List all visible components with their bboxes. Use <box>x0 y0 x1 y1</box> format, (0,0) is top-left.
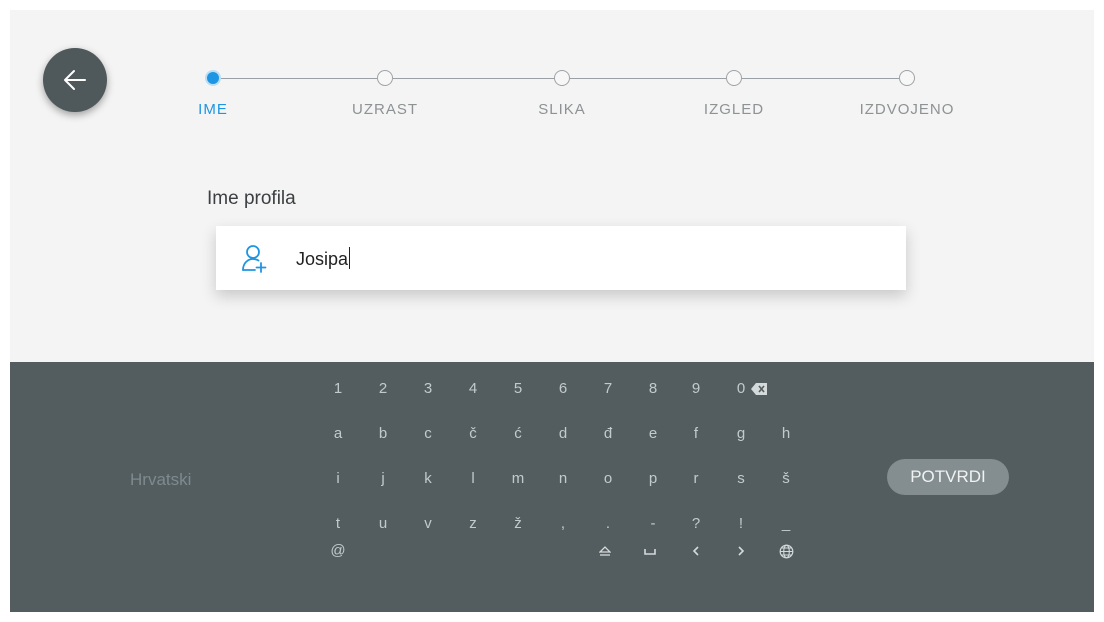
key[interactable]: n <box>543 464 583 494</box>
on-screen-keyboard: Hrvatski 1234567890abcčćdđefghijklmnoprs… <box>10 362 1094 612</box>
profile-setup-panel: IME UZRAST SLIKA IZGLED IZDVOJENO Ime pr… <box>10 10 1094 362</box>
key[interactable]: 2 <box>363 374 403 404</box>
arrow-left-icon <box>692 546 699 556</box>
step-label-ime[interactable]: IME <box>198 101 228 118</box>
step-label-slika[interactable]: SLIKA <box>538 101 586 118</box>
key[interactable]: č <box>453 419 493 449</box>
app-frame: IME UZRAST SLIKA IZGLED IZDVOJENO Ime pr… <box>10 10 1094 612</box>
step-dot-ime[interactable] <box>205 70 221 86</box>
key[interactable]: @ <box>318 536 358 566</box>
space-icon <box>644 549 656 555</box>
key[interactable]: r <box>676 464 716 494</box>
arrow-left-icon <box>64 70 86 90</box>
stepper-connector <box>570 78 726 79</box>
stepper-connector <box>221 78 377 79</box>
stepper-connector <box>742 78 899 79</box>
key[interactable]: t <box>318 509 358 539</box>
key[interactable]: 9 <box>676 374 716 404</box>
user-add-icon <box>242 245 267 273</box>
key[interactable]: o <box>588 464 628 494</box>
text-caret <box>349 247 351 269</box>
confirm-button[interactable]: POTVRDI <box>887 459 1009 495</box>
key[interactable]: ? <box>676 509 716 539</box>
key[interactable]: 3 <box>408 374 448 404</box>
globe-icon <box>779 544 793 558</box>
key[interactable]: c <box>408 419 448 449</box>
key[interactable]: š <box>766 464 806 494</box>
key[interactable]: i <box>318 464 358 494</box>
key[interactable]: s <box>721 464 761 494</box>
key[interactable]: . <box>588 509 628 539</box>
key[interactable]: j <box>363 464 403 494</box>
key[interactable]: v <box>408 509 448 539</box>
key[interactable]: z <box>453 509 493 539</box>
step-dot-izdvojeno[interactable] <box>899 70 915 86</box>
key[interactable]: 5 <box>498 374 538 404</box>
language-switch-key[interactable] <box>766 536 806 566</box>
key[interactable]: _ <box>766 509 806 539</box>
key[interactable]: a <box>318 419 358 449</box>
stepper-connector <box>393 78 554 79</box>
profile-name-value: Josipa <box>296 247 351 270</box>
key[interactable]: 7 <box>588 374 628 404</box>
cursor-left-key[interactable] <box>676 536 716 566</box>
key[interactable]: đ <box>588 419 628 449</box>
key[interactable]: m <box>498 464 538 494</box>
step-label-izgled[interactable]: IZGLED <box>704 101 764 118</box>
backspace-key[interactable] <box>739 374 779 404</box>
step-dot-uzrast[interactable] <box>377 70 393 86</box>
key[interactable]: ć <box>498 419 538 449</box>
backspace-icon <box>751 383 767 396</box>
key[interactable]: f <box>676 419 716 449</box>
arrow-right-icon <box>738 546 745 556</box>
profile-name-label: Ime profila <box>207 188 296 209</box>
key[interactable]: h <box>766 419 806 449</box>
cursor-right-key[interactable] <box>721 536 761 566</box>
key[interactable]: 8 <box>633 374 673 404</box>
profile-name-field[interactable]: Josipa <box>216 226 906 290</box>
key[interactable]: b <box>363 419 403 449</box>
shift-icon <box>598 546 612 556</box>
step-label-uzrast[interactable]: UZRAST <box>352 101 418 118</box>
key[interactable]: u <box>363 509 403 539</box>
step-dot-slika[interactable] <box>554 70 570 86</box>
keyboard-language[interactable]: Hrvatski <box>130 470 191 490</box>
key[interactable]: p <box>633 464 673 494</box>
profile-name-text: Josipa <box>296 249 349 269</box>
key[interactable]: 1 <box>318 374 358 404</box>
key[interactable]: d <box>543 419 583 449</box>
key[interactable]: , <box>543 509 583 539</box>
step-label-izdvojeno[interactable]: IZDVOJENO <box>860 101 955 118</box>
space-key[interactable] <box>630 536 670 566</box>
shift-key[interactable] <box>585 536 625 566</box>
key[interactable]: ! <box>721 509 761 539</box>
key[interactable]: l <box>453 464 493 494</box>
key[interactable]: g <box>721 419 761 449</box>
step-dot-izgled[interactable] <box>726 70 742 86</box>
key[interactable]: k <box>408 464 448 494</box>
key[interactable]: ž <box>498 509 538 539</box>
key[interactable]: 4 <box>453 374 493 404</box>
key[interactable]: e <box>633 419 673 449</box>
back-button[interactable] <box>43 48 107 112</box>
key[interactable]: - <box>633 509 673 539</box>
key[interactable]: 6 <box>543 374 583 404</box>
